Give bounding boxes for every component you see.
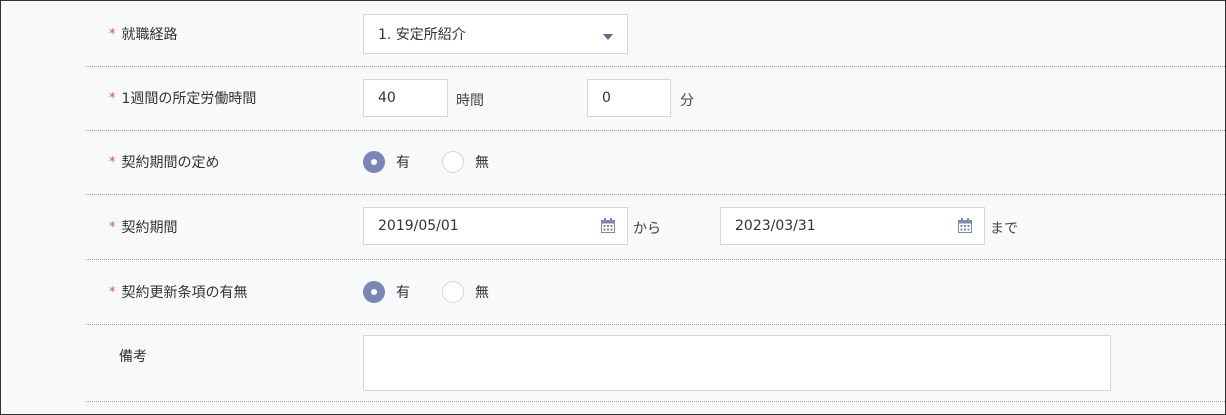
until-text: まで xyxy=(990,221,1018,237)
contract-period-label: * 契約期間 xyxy=(109,219,178,237)
end-date-input[interactable]: 2023/03/31 xyxy=(720,207,985,245)
route-label: * 就職経路 xyxy=(109,26,178,44)
radio-option-yes[interactable]: 有 xyxy=(363,151,410,173)
route-selected-value: 1. 安定所紹介 xyxy=(378,27,466,43)
row-remarks: 備考 xyxy=(86,324,1225,402)
radio-selected-icon[interactable] xyxy=(363,281,385,303)
radio-option-yes[interactable]: 有 xyxy=(363,281,410,303)
row-weekly-hours: * 1週間の所定労働時間 40 時間 0 分 xyxy=(86,66,1225,131)
radio-unselected-icon[interactable] xyxy=(442,151,464,173)
employment-form: * 就職経路 1. 安定所紹介 * 1週間の所定労働時間 40 時間 0 分 *… xyxy=(0,0,1226,415)
radio-option-no[interactable]: 無 xyxy=(442,151,489,173)
minutes-input[interactable]: 0 xyxy=(587,79,671,117)
minutes-unit: 分 xyxy=(680,93,694,109)
renewal-clause-label: * 契約更新条項の有無 xyxy=(109,284,248,302)
contract-term-defined-label: * 契約期間の定め xyxy=(109,154,220,172)
row-route: * 就職経路 1. 安定所紹介 xyxy=(86,1,1225,67)
row-contract-period: * 契約期間 2019/05/01 から 2023/03/31 まで xyxy=(86,194,1225,260)
hours-unit: 時間 xyxy=(456,93,484,109)
required-mark: * xyxy=(109,26,116,42)
contract-term-defined-radio-group: 有 無 xyxy=(363,151,521,173)
required-mark: * xyxy=(109,154,116,170)
hours-input[interactable]: 40 xyxy=(363,79,448,117)
weekly-hours-label: * 1週間の所定労働時間 xyxy=(109,90,257,108)
required-mark: * xyxy=(109,284,116,300)
start-date-input[interactable]: 2019/05/01 xyxy=(363,207,628,245)
required-mark: * xyxy=(109,90,116,106)
calendar-icon[interactable] xyxy=(601,218,615,233)
row-renewal-clause: * 契約更新条項の有無 有 無 xyxy=(86,259,1225,325)
required-mark: * xyxy=(109,219,116,235)
remarks-textarea[interactable] xyxy=(363,335,1111,391)
renewal-clause-radio-group: 有 無 xyxy=(363,281,521,303)
calendar-icon[interactable] xyxy=(958,218,972,233)
chevron-down-icon xyxy=(603,34,613,40)
radio-selected-icon[interactable] xyxy=(363,151,385,173)
radio-unselected-icon[interactable] xyxy=(442,281,464,303)
radio-option-no[interactable]: 無 xyxy=(442,281,489,303)
from-text: から xyxy=(633,221,661,237)
remarks-label: 備考 xyxy=(119,349,147,365)
row-contract-term-defined: * 契約期間の定め 有 無 xyxy=(86,130,1225,195)
route-select[interactable]: 1. 安定所紹介 xyxy=(363,14,628,54)
